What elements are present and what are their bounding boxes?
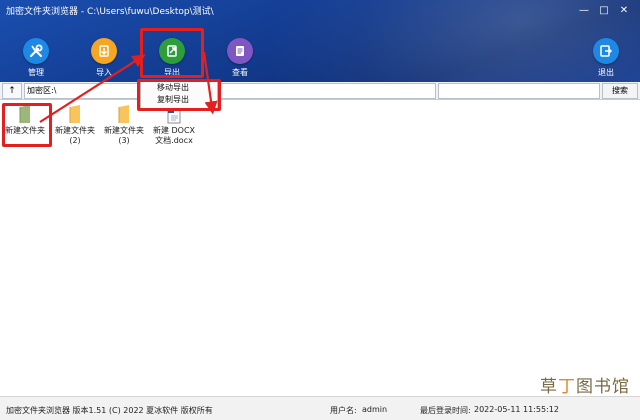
arrow-folder-to-export	[39, 54, 146, 123]
user-label: 用户名:	[330, 406, 357, 415]
watermark: 草丁图书馆	[540, 372, 630, 397]
status-bar: 加密文件夹浏览器 版本1.51 (C) 2022 夏冰软件 版权所有 用户名: …	[0, 396, 640, 420]
app-window: 加密文件夹浏览器 - C:\Users\fuwu\Desktop\测试\ — □…	[0, 0, 640, 420]
last-login-value: 2022-05-11 11:55:12	[474, 405, 559, 414]
last-login-label: 最后登录时间:	[420, 406, 471, 415]
user-value: admin	[362, 405, 388, 414]
app-info-text: 加密文件夹浏览器 版本1.51 (C) 2022 夏冰软件 版权所有	[6, 406, 213, 415]
watermark-part3: 图书馆	[576, 377, 630, 397]
watermark-part1: 草	[540, 377, 558, 397]
arrow-export-to-menu	[202, 51, 218, 115]
watermark-part2: 丁	[558, 377, 576, 397]
annotation-arrows	[39, 51, 218, 123]
